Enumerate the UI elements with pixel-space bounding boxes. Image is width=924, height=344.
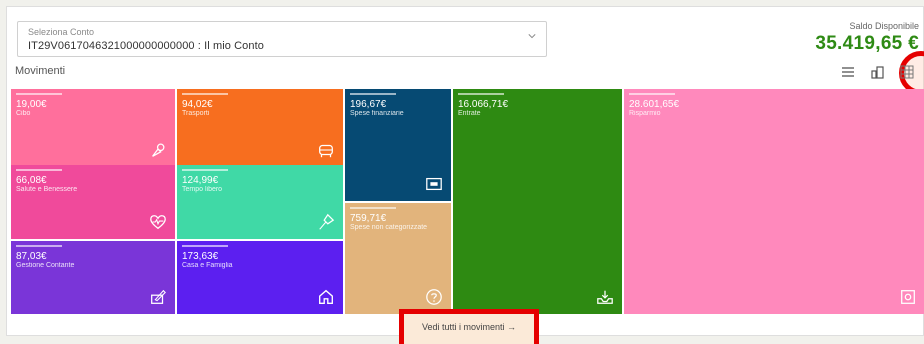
cash-hand-icon [151, 289, 166, 304]
tile-bar [182, 169, 228, 171]
tile-category: Casa e Famiglia [182, 262, 233, 269]
account-select-label: Seleziona Conto [28, 27, 95, 37]
tile-salute-benessere[interactable]: 66,08€ Salute e Benessere [11, 165, 175, 239]
tile-amount: 19,00€ [16, 99, 47, 110]
tile-trasporti[interactable]: 94,02€ Trasporti [177, 89, 343, 167]
balance-value: 35.419,65 € [815, 33, 919, 54]
tile-bar [458, 93, 504, 95]
tile-amount: 124,99€ [182, 175, 219, 186]
account-select-value: IT29V0617046321000000000000 : Il mio Con… [28, 40, 264, 52]
tile-amount: 28.601,65€ [629, 99, 680, 110]
see-all-movements-link[interactable]: Vedi tutti i movimenti → [404, 322, 534, 332]
tile-spese-non-categorizzate[interactable]: 759,71€ Spese non categorizzate [345, 203, 451, 314]
tile-bar [182, 245, 228, 247]
heart-pulse-icon [150, 215, 166, 230]
tile-bar [350, 93, 396, 95]
tile-bar [16, 169, 62, 171]
tile-bar [16, 93, 62, 95]
tile-amount: 94,02€ [182, 99, 213, 110]
ice-cream-icon [152, 143, 165, 157]
tile-amount: 87,03€ [16, 251, 47, 262]
tile-category: Risparmio [629, 110, 661, 117]
grid-view-icon[interactable] [900, 65, 914, 79]
tile-gestione-contante[interactable]: 87,03€ Gestione Contante [11, 241, 175, 314]
tile-category: Spese non categorizzate [350, 224, 428, 231]
list-view-icon[interactable] [841, 65, 855, 79]
tile-category: Salute e Benessere [16, 186, 78, 193]
balance-label: Saldo Disponibile [849, 21, 919, 31]
tile-amount: 759,71€ [350, 213, 387, 224]
home-icon [319, 289, 333, 304]
safe-icon [901, 290, 915, 304]
tile-amount: 173,63€ [182, 251, 219, 262]
tile-bar [350, 207, 396, 209]
account-select[interactable]: Seleziona Conto IT29V0617046321000000000… [17, 21, 547, 57]
tile-category: Tempo libero [182, 186, 223, 193]
tile-tempo-libero[interactable]: 124,99€ Tempo libero [177, 165, 343, 239]
tile-amount: 196,67€ [350, 99, 387, 110]
question-icon [426, 289, 442, 305]
view-switcher [833, 51, 924, 95]
tile-spese-finanziarie[interactable]: 196,67€ Spese finanziarie [345, 89, 451, 201]
tile-bar [182, 93, 228, 95]
movements-panel: Seleziona Conto IT29V0617046321000000000… [6, 6, 924, 336]
kite-icon [319, 213, 335, 230]
tile-amount: 66,08€ [16, 175, 47, 186]
tile-cibo[interactable]: 19,00€ Cibo [11, 89, 175, 167]
chevron-down-icon [528, 34, 536, 39]
tile-category: Trasporti [182, 110, 210, 117]
car-icon [319, 144, 333, 158]
inbox-icon [597, 290, 613, 304]
tile-amount: 16.066,71€ [458, 99, 509, 110]
tile-risparmio[interactable]: 28.601,65€ Risparmio [624, 89, 924, 314]
tile-entrate[interactable]: 16.066,71€ Entrate [453, 89, 622, 314]
tile-casa-famiglia[interactable]: 173,63€ Casa e Famiglia [177, 241, 343, 314]
tile-category: Entrate [458, 110, 481, 117]
tile-category: Spese finanziarie [350, 110, 404, 117]
tile-category: Cibo [16, 110, 31, 117]
banknote-icon [426, 177, 442, 191]
tile-bar [629, 93, 675, 95]
section-title: Movimenti [15, 65, 66, 77]
chart-view-icon[interactable] [871, 65, 885, 79]
tile-bar [16, 245, 62, 247]
see-all-movements-highlight: Vedi tutti i movimenti → [399, 309, 539, 344]
tile-category: Gestione Contante [16, 262, 75, 269]
